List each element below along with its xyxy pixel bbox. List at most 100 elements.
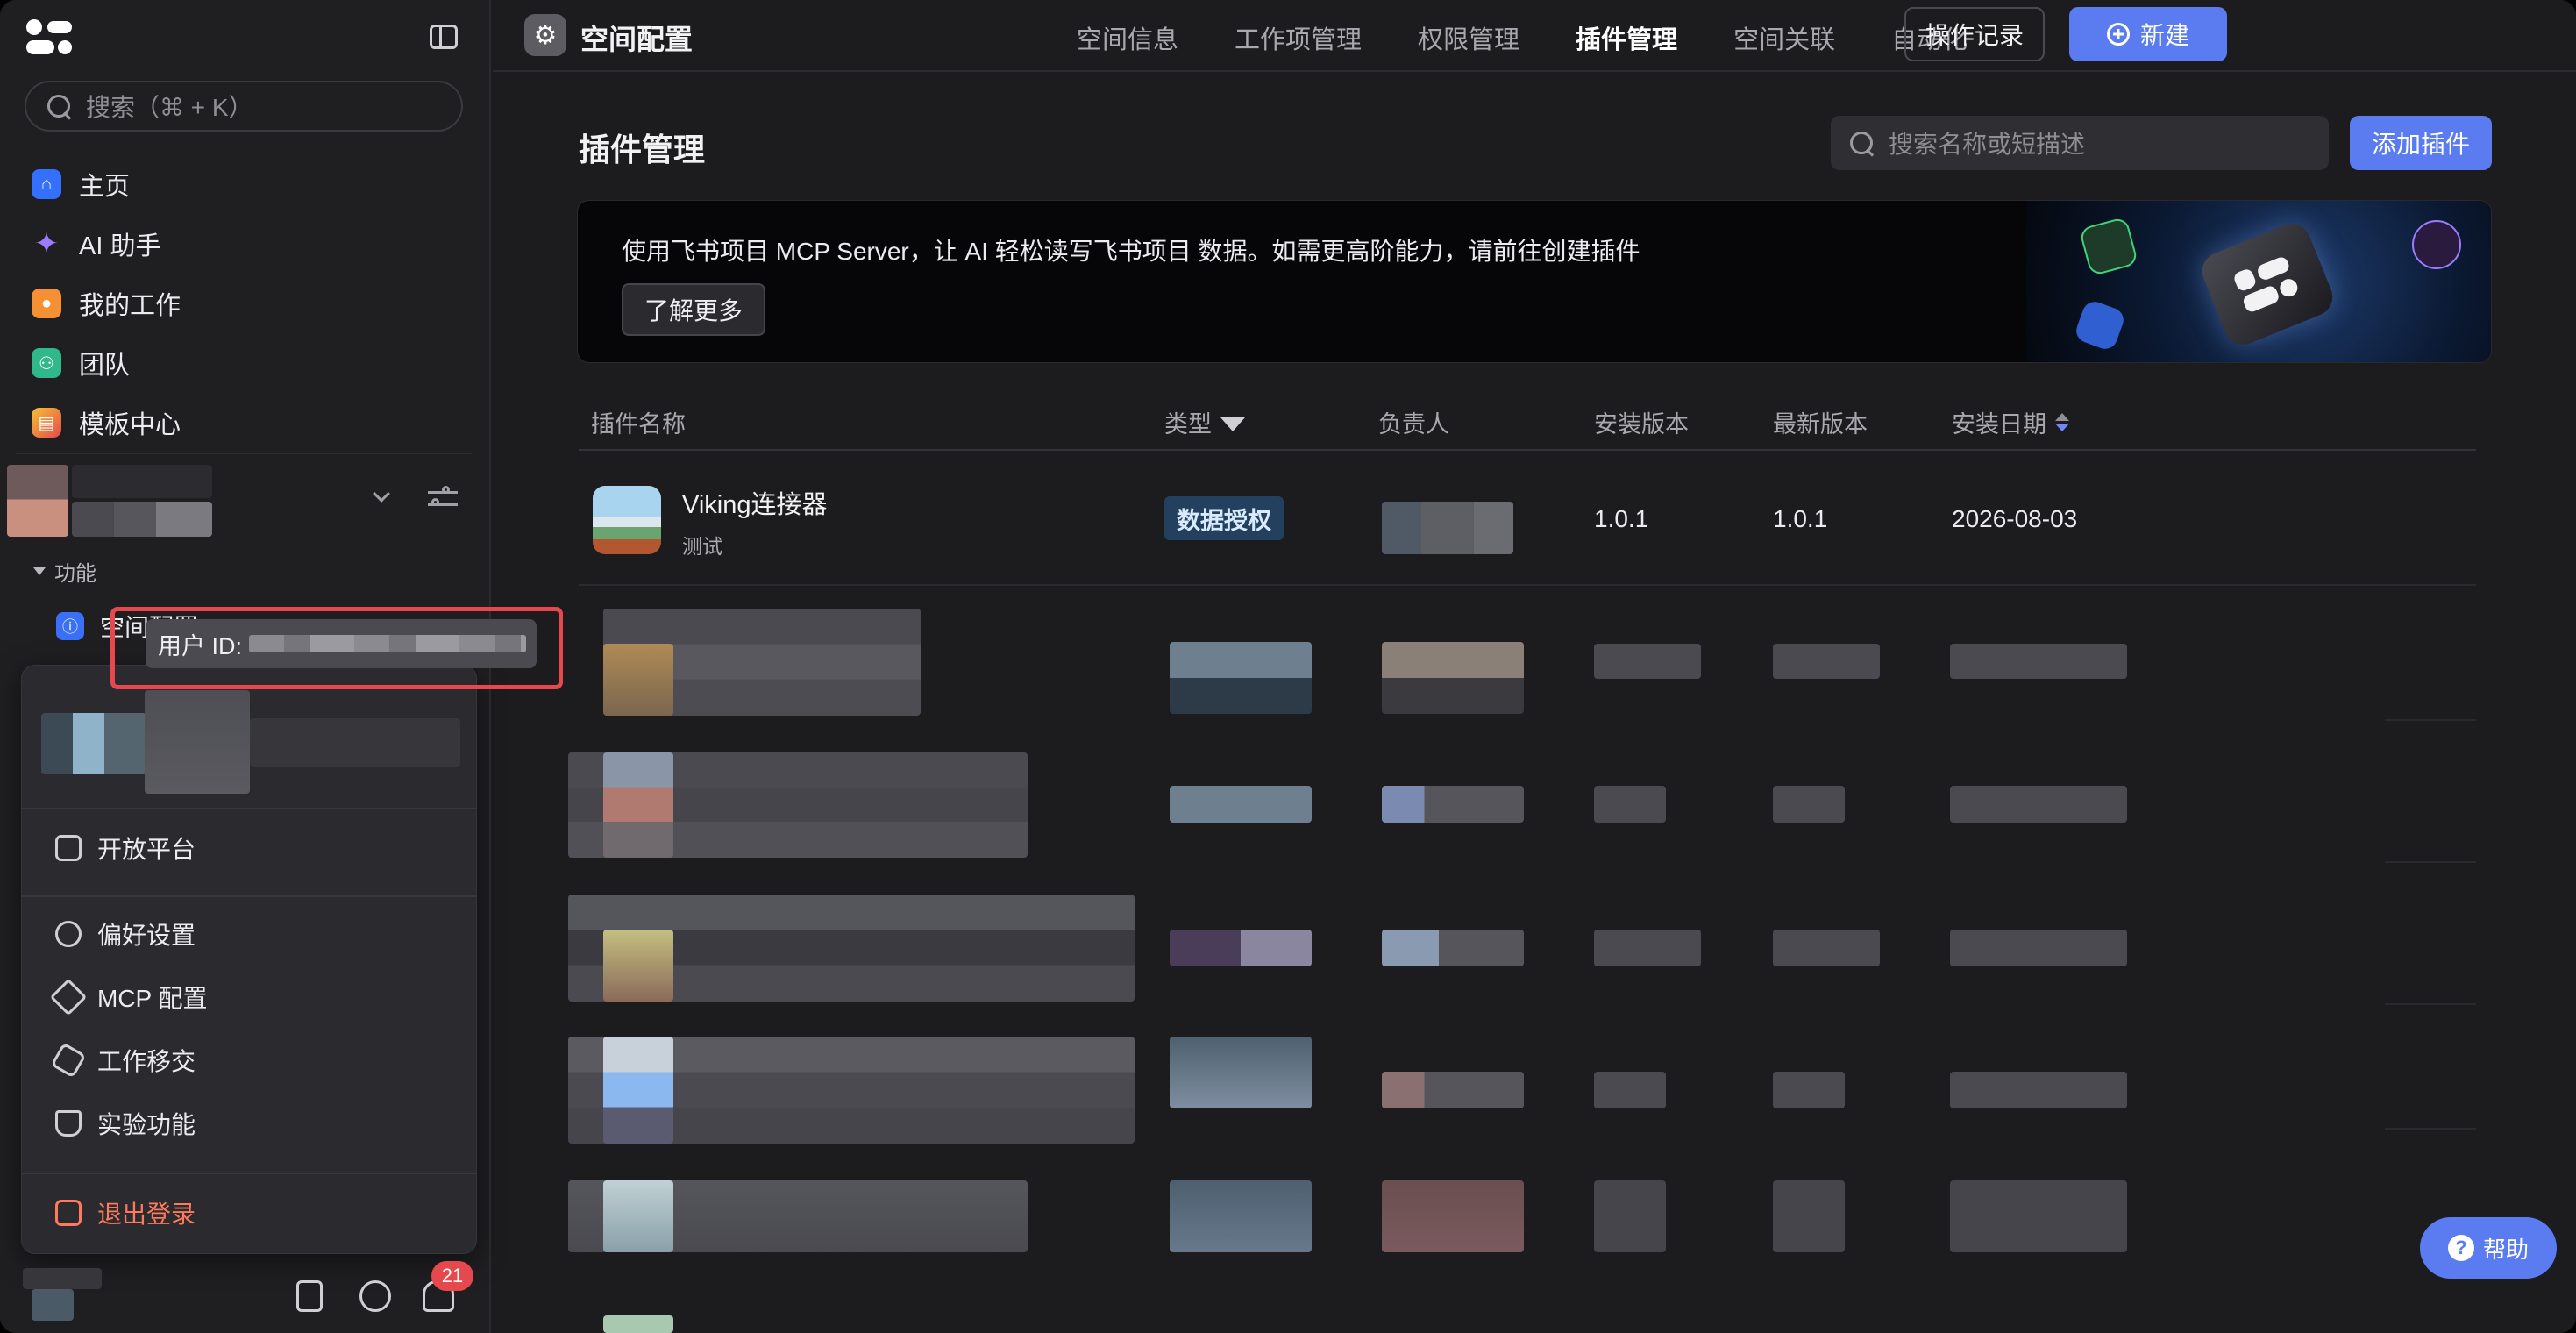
workspace-avatar	[7, 465, 68, 537]
info-icon: ⓘ	[56, 612, 84, 640]
gear-icon	[55, 921, 82, 947]
menu-item-labs[interactable]: 实验功能	[55, 1106, 196, 1141]
table-header-divider	[579, 449, 2476, 451]
new-button[interactable]: 新建	[2069, 7, 2227, 61]
plugin-search-placeholder: 搜索名称或短描述	[1889, 131, 2086, 158]
annotation-highlight-box	[110, 607, 563, 689]
chevron-down-icon[interactable]	[373, 485, 390, 503]
section-label[interactable]: 功能	[33, 556, 96, 587]
plugin-search-input[interactable]: 搜索名称或短描述	[1831, 116, 2329, 170]
sidebar-item-team[interactable]: ⚇ 团队	[32, 333, 181, 393]
menu-item-handover[interactable]: 工作移交	[50, 1042, 196, 1079]
banner-illustration	[2026, 201, 2491, 362]
user-menu: 开放平台 偏好设置 MCP 配置 工作移交 实验功能 退出登录	[21, 665, 477, 1254]
purple-logo-icon	[2412, 220, 2461, 269]
banner-text: 使用飞书项目 MCP Server，让 AI 轻松读写飞书项目 数据。如需更高阶…	[622, 238, 1640, 265]
app-logo-icon[interactable]	[26, 19, 72, 54]
plugin-desc: 测试	[682, 535, 722, 558]
workspace-name-redacted	[72, 465, 212, 498]
sidebar-item-label: 团队	[79, 352, 131, 380]
sidebar-divider	[16, 453, 472, 454]
row-divider	[579, 584, 2476, 586]
menu-item-mcp-config[interactable]: MCP 配置	[49, 978, 208, 1016]
mcp-icon	[49, 978, 88, 1016]
sidebar-item-templates[interactable]: ▤ 模板中心	[32, 393, 181, 453]
sidebar-item-label: AI 助手	[79, 232, 161, 260]
add-plugin-button[interactable]: 添加插件	[2350, 116, 2492, 170]
install-date: 2026-08-03	[1952, 505, 2078, 532]
settings-sliders-icon[interactable]	[428, 486, 458, 512]
sidebar-bottom-bar	[0, 1254, 491, 1333]
plugin-thumbnail	[593, 486, 661, 554]
plus-circle-icon	[2106, 23, 2130, 46]
home-icon: ⌂	[32, 169, 61, 199]
sidebar-item-label: 主页	[79, 173, 131, 201]
search-icon	[1848, 130, 1875, 156]
search-icon	[46, 93, 72, 119]
col-type[interactable]: 类型	[1164, 405, 1245, 439]
row-divider	[2385, 1003, 2476, 1005]
row-divider	[2385, 861, 2476, 863]
team-icon: ⚇	[32, 348, 61, 378]
sidebar-search-placeholder: 搜索（⌘ + K）	[86, 94, 253, 121]
workspace-sub-redacted	[72, 502, 212, 537]
operation-log-button[interactable]: 操作记录	[1904, 7, 2045, 61]
menu-item-label: MCP 配置	[97, 985, 208, 1012]
logout-label: 退出登录	[97, 1201, 196, 1228]
sidebar-item-home[interactable]: ⌂ 主页	[32, 154, 181, 214]
col-owner: 负责人	[1378, 411, 1449, 438]
sidebar-item-label: 我的工作	[79, 292, 181, 320]
refresh-icon[interactable]	[359, 1280, 391, 1312]
col-type-label: 类型	[1164, 411, 1212, 438]
logout-icon	[55, 1200, 82, 1226]
type-badge: 数据授权	[1164, 496, 1284, 540]
section-title: 插件管理	[579, 132, 706, 168]
owner-redacted	[1382, 502, 1513, 554]
sidebar-item-ai-assistant[interactable]: ✦ AI 助手	[32, 214, 181, 274]
chip-logo-icon	[2196, 217, 2338, 351]
row-divider	[2385, 1128, 2476, 1130]
menu-item-label: 工作移交	[97, 1048, 196, 1075]
green-bubble-icon	[2078, 216, 2139, 277]
sidebar-collapse-icon[interactable]	[430, 25, 458, 49]
col-plugin-name: 插件名称	[591, 411, 686, 438]
table-row-partial	[603, 1315, 673, 1333]
phone-icon[interactable]	[296, 1280, 323, 1312]
sidebar-item-label: 模板中心	[79, 411, 181, 439]
col-install-date-label: 安装日期	[1952, 411, 2046, 438]
plugin-name: Viking连接器	[682, 491, 828, 519]
col-install-date[interactable]: 安装日期	[1952, 405, 2069, 439]
help-button[interactable]: ? 帮助	[2420, 1217, 2557, 1279]
cube-icon	[50, 1042, 87, 1079]
latest-version: 1.0.1	[1773, 505, 1828, 532]
tab-space-info[interactable]: 空间信息	[1049, 19, 1206, 56]
question-icon: ?	[2447, 1235, 2474, 1261]
menu-item-preferences[interactable]: 偏好设置	[55, 916, 196, 952]
page-title: 空间配置	[580, 24, 694, 55]
tab-permission-mgmt[interactable]: 权限管理	[1390, 19, 1548, 56]
filter-icon[interactable]	[1220, 417, 1245, 431]
app-window: 搜索（⌘ + K） ⌂ 主页 ✦ AI 助手 ● 我的工作 ⚇ 团队 ▤ 模板中…	[0, 0, 2576, 1333]
learn-more-button[interactable]: 了解更多	[622, 283, 765, 336]
terminal-icon	[55, 835, 82, 861]
col-latest-version: 最新版本	[1773, 411, 1868, 438]
sidebar-nav: ⌂ 主页 ✦ AI 助手 ● 我的工作 ⚇ 团队 ▤ 模板中心	[32, 154, 181, 453]
header-tabs: 空间信息 工作项管理 权限管理 插件管理 空间关联 自动化	[1049, 19, 1996, 56]
flask-icon	[55, 1110, 82, 1137]
sort-icon[interactable]	[2055, 413, 2069, 431]
installed-version: 1.0.1	[1594, 505, 1649, 532]
sidebar-search-input[interactable]: 搜索（⌘ + K）	[25, 81, 463, 132]
tab-workitem-mgmt[interactable]: 工作项管理	[1206, 19, 1390, 56]
logout-button[interactable]: 退出登录	[55, 1195, 196, 1230]
menu-item-label: 开放平台	[97, 836, 196, 863]
menu-item-open-platform[interactable]: 开放平台	[55, 830, 196, 866]
tab-space-link[interactable]: 空间关联	[1705, 19, 1863, 56]
col-installed-version: 安装版本	[1594, 411, 1689, 438]
template-icon: ▤	[32, 408, 61, 438]
blue-star-icon	[2073, 298, 2127, 353]
sparkle-icon: ✦	[33, 227, 60, 260]
new-button-label: 新建	[2139, 22, 2189, 49]
sidebar-item-my-work[interactable]: ● 我的工作	[32, 274, 181, 333]
tab-plugin-mgmt[interactable]: 插件管理	[1548, 19, 1705, 56]
top-header: ⚙ 空间配置 空间信息 工作项管理 权限管理 插件管理 空间关联 自动化 操作记…	[493, 0, 2576, 72]
